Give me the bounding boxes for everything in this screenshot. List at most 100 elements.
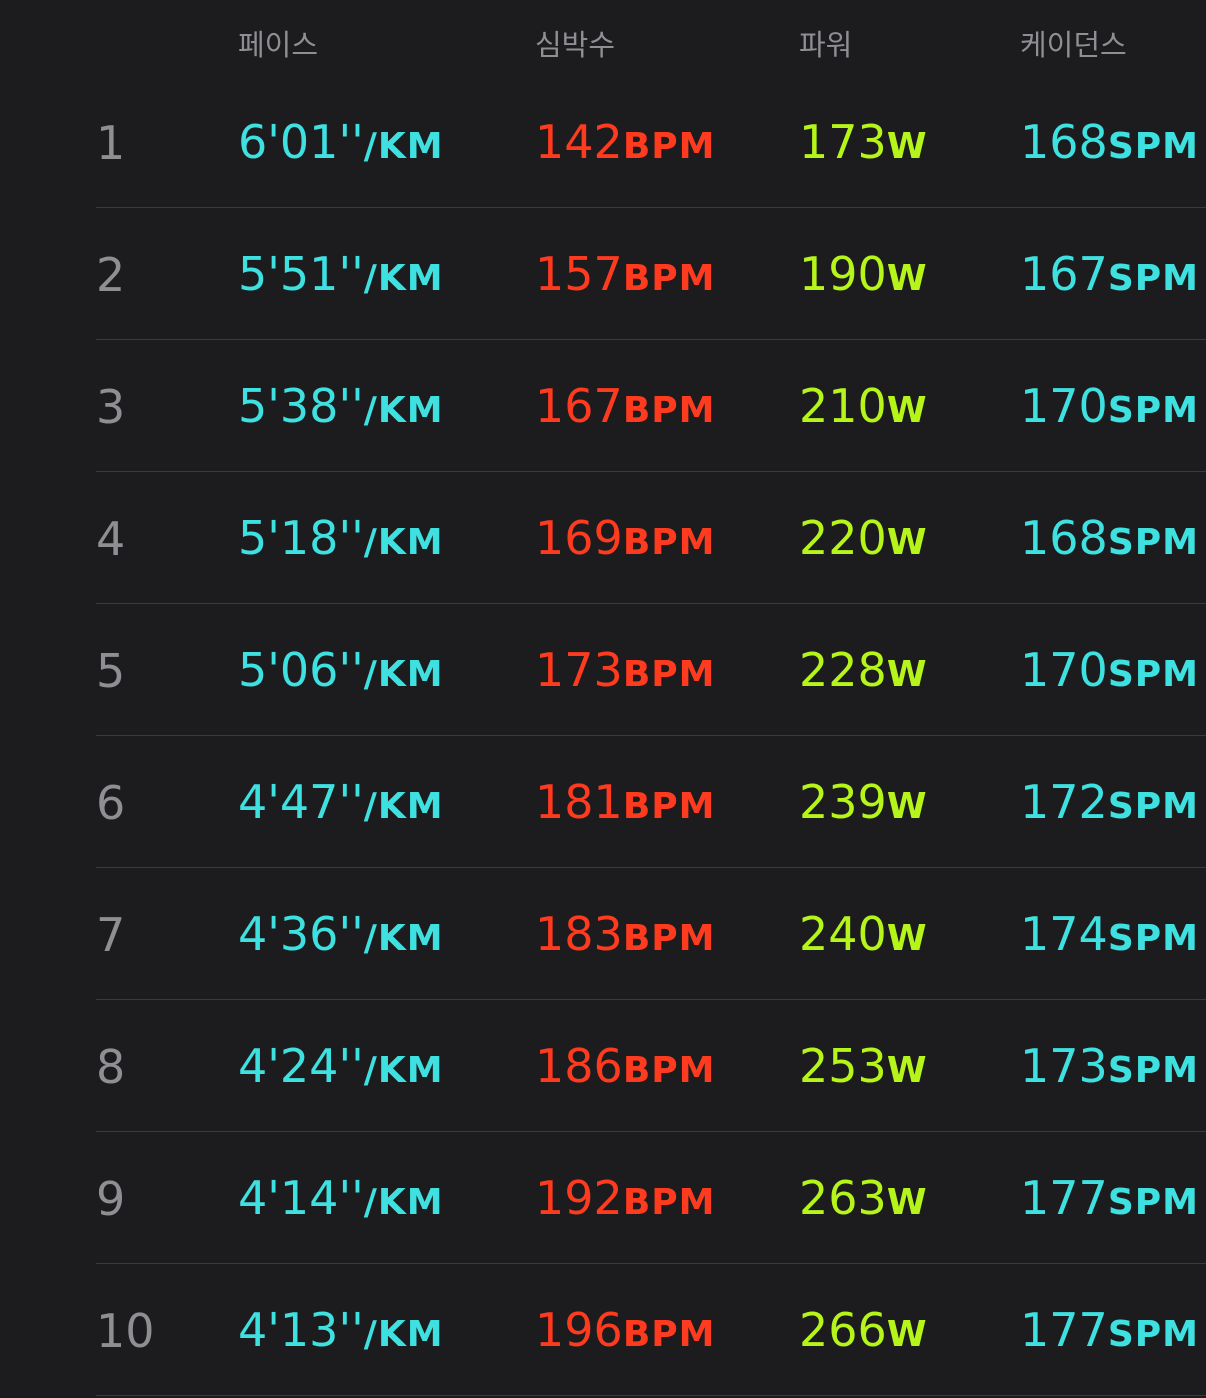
split-power: 240W: [799, 906, 928, 967]
split-pace: 4'24''/KM: [238, 1038, 444, 1099]
cadence-unit: SPM: [1107, 786, 1199, 827]
cadence-unit: SPM: [1107, 258, 1199, 299]
split-row[interactable]: 6 4'47''/KM 181BPM 239W 172SPM: [0, 736, 1206, 868]
heart-rate-value: 192: [535, 1171, 623, 1225]
split-power: 220W: [799, 510, 928, 571]
split-index: 5: [96, 644, 126, 698]
split-pace: 4'47''/KM: [238, 774, 444, 835]
heart-rate-unit: BPM: [622, 654, 716, 695]
power-value: 253: [799, 1039, 887, 1093]
heart-rate-value: 167: [535, 379, 623, 433]
cadence-value: 170: [1020, 379, 1108, 433]
power-unit: W: [886, 258, 928, 299]
power-unit: W: [886, 390, 928, 431]
power-unit: W: [886, 1182, 928, 1223]
split-pace: 5'18''/KM: [238, 510, 444, 571]
split-cadence: 167SPM: [1020, 246, 1199, 307]
pace-unit: /KM: [363, 1314, 444, 1355]
pace-value: 6'01'': [238, 115, 364, 169]
split-pace: 4'36''/KM: [238, 906, 444, 967]
split-row[interactable]: 4 5'18''/KM 169BPM 220W 168SPM: [0, 472, 1206, 604]
pace-unit: /KM: [363, 258, 444, 299]
split-pace: 5'38''/KM: [238, 378, 444, 439]
split-index: 4: [96, 512, 126, 566]
split-index: 7: [96, 908, 126, 962]
split-cadence: 174SPM: [1020, 906, 1199, 967]
cadence-unit: SPM: [1107, 390, 1199, 431]
split-heart-rate: 173BPM: [535, 642, 715, 703]
power-unit: W: [886, 126, 928, 167]
power-value: 228: [799, 643, 887, 697]
split-cadence: 177SPM: [1020, 1170, 1199, 1231]
heart-rate-value: 169: [535, 511, 623, 565]
heart-rate-value: 157: [535, 247, 623, 301]
split-power: 210W: [799, 378, 928, 439]
split-heart-rate: 186BPM: [535, 1038, 715, 1099]
heart-rate-value: 173: [535, 643, 623, 697]
split-row[interactable]: 9 4'14''/KM 192BPM 263W 177SPM: [0, 1132, 1206, 1264]
heart-rate-value: 196: [535, 1303, 623, 1357]
split-heart-rate: 181BPM: [535, 774, 715, 835]
cadence-unit: SPM: [1107, 1314, 1199, 1355]
pace-value: 5'51'': [238, 247, 364, 301]
header-power: 파워: [799, 28, 853, 62]
split-index: 6: [96, 776, 126, 830]
split-pace: 6'01''/KM: [238, 114, 444, 175]
cadence-unit: SPM: [1107, 126, 1199, 167]
split-heart-rate: 196BPM: [535, 1302, 715, 1363]
split-power: 228W: [799, 642, 928, 703]
pace-unit: /KM: [363, 786, 444, 827]
heart-rate-unit: BPM: [622, 786, 716, 827]
pace-unit: /KM: [363, 390, 444, 431]
split-index: 2: [96, 248, 126, 302]
power-value: 266: [799, 1303, 887, 1357]
split-heart-rate: 142BPM: [535, 114, 715, 175]
power-unit: W: [886, 1050, 928, 1091]
cadence-value: 167: [1020, 247, 1108, 301]
split-row[interactable]: 7 4'36''/KM 183BPM 240W 174SPM: [0, 868, 1206, 1000]
pace-value: 5'38'': [238, 379, 364, 433]
heart-rate-unit: BPM: [622, 522, 716, 563]
split-cadence: 170SPM: [1020, 642, 1199, 703]
power-value: 210: [799, 379, 887, 433]
power-value: 173: [799, 115, 887, 169]
pace-value: 4'47'': [238, 775, 364, 829]
split-cadence: 173SPM: [1020, 1038, 1199, 1099]
split-row[interactable]: 2 5'51''/KM 157BPM 190W 167SPM: [0, 208, 1206, 340]
split-power: 239W: [799, 774, 928, 835]
heart-rate-unit: BPM: [622, 918, 716, 959]
cadence-value: 173: [1020, 1039, 1108, 1093]
cadence-unit: SPM: [1107, 918, 1199, 959]
heart-rate-unit: BPM: [622, 1182, 716, 1223]
split-pace: 4'13''/KM: [238, 1302, 444, 1363]
cadence-value: 172: [1020, 775, 1108, 829]
power-unit: W: [886, 522, 928, 563]
split-cadence: 177SPM: [1020, 1302, 1199, 1363]
row-divider: [96, 1395, 1206, 1396]
split-index: 1: [96, 116, 126, 170]
split-row[interactable]: 5 5'06''/KM 173BPM 228W 170SPM: [0, 604, 1206, 736]
heart-rate-value: 142: [535, 115, 623, 169]
pace-unit: /KM: [363, 1182, 444, 1223]
pace-value: 5'18'': [238, 511, 364, 565]
split-row[interactable]: 1 6'01''/KM 142BPM 173W 168SPM: [0, 76, 1206, 208]
split-row[interactable]: 3 5'38''/KM 167BPM 210W 170SPM: [0, 340, 1206, 472]
heart-rate-unit: BPM: [622, 258, 716, 299]
split-index: 10: [96, 1304, 155, 1358]
heart-rate-unit: BPM: [622, 390, 716, 431]
cadence-value: 177: [1020, 1303, 1108, 1357]
split-row[interactable]: 8 4'24''/KM 186BPM 253W 173SPM: [0, 1000, 1206, 1132]
split-row[interactable]: 10 4'13''/KM 196BPM 266W 177SPM: [0, 1264, 1206, 1396]
power-value: 190: [799, 247, 887, 301]
heart-rate-unit: BPM: [622, 1050, 716, 1091]
pace-unit: /KM: [363, 1050, 444, 1091]
split-pace: 5'06''/KM: [238, 642, 444, 703]
cadence-value: 170: [1020, 643, 1108, 697]
split-heart-rate: 192BPM: [535, 1170, 715, 1231]
cadence-unit: SPM: [1107, 1050, 1199, 1091]
heart-rate-value: 181: [535, 775, 623, 829]
power-value: 263: [799, 1171, 887, 1225]
pace-unit: /KM: [363, 654, 444, 695]
power-unit: W: [886, 654, 928, 695]
splits-list[interactable]: 1 6'01''/KM 142BPM 173W 168SPM 2 5'51''/KM 157B…: [0, 76, 1206, 1396]
